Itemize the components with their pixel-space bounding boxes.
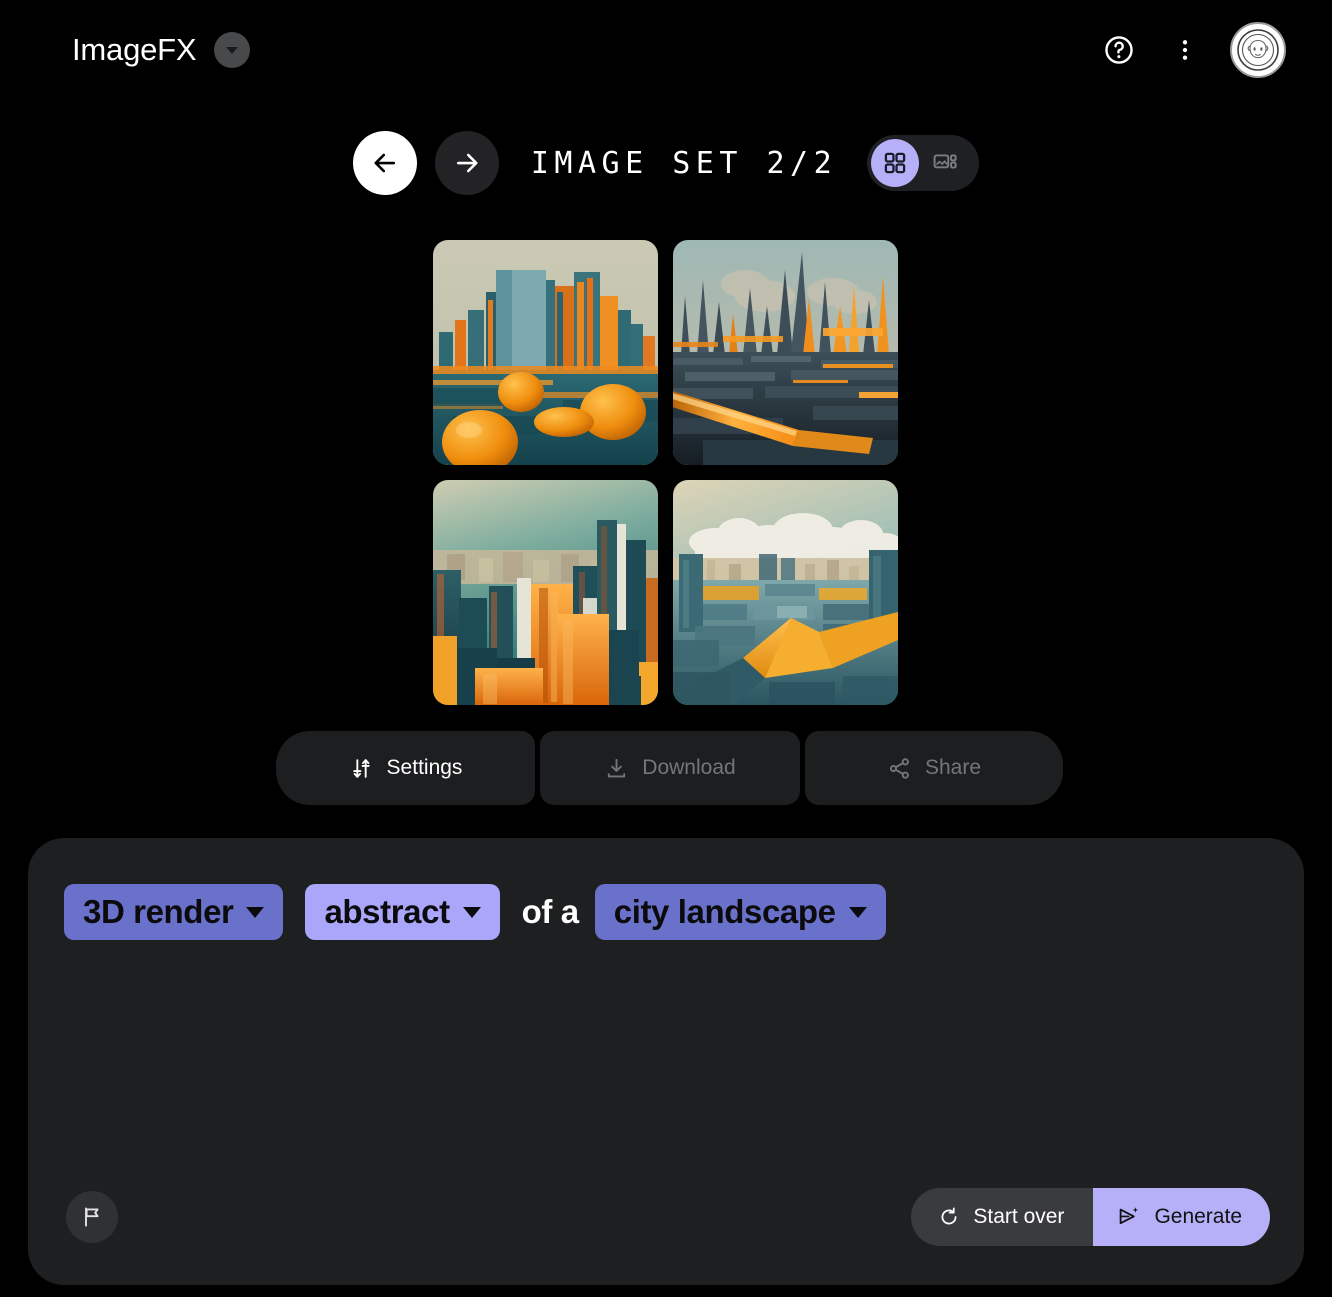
generate-button[interactable]: Generate <box>1093 1188 1270 1246</box>
prompt-chip-subject[interactable]: city landscape <box>594 884 886 940</box>
prompt-chip-modifier[interactable]: abstract <box>305 884 500 940</box>
generated-image-1[interactable] <box>433 240 658 465</box>
settings-button[interactable]: Settings <box>276 731 535 805</box>
top-bar: ImageFX <box>0 0 1332 100</box>
report-button[interactable] <box>66 1191 118 1243</box>
prompt-chip-row: 3D render abstract of a city landscape <box>64 884 1268 940</box>
image-2-artwork <box>673 240 898 465</box>
user-avatar-icon <box>1237 29 1279 71</box>
image-3-artwork <box>433 480 658 705</box>
previous-set-button[interactable] <box>352 131 417 195</box>
download-label: Download <box>642 756 736 779</box>
detail-view-option[interactable] <box>921 139 969 187</box>
image-set-label: IMAGE SET 2/2 <box>530 145 838 181</box>
flag-icon <box>85 1207 99 1227</box>
help-button[interactable] <box>1098 29 1140 71</box>
start-over-label: Start over <box>973 1205 1065 1228</box>
arrow-right-icon <box>456 153 478 173</box>
share-icon <box>889 757 909 779</box>
next-set-button[interactable] <box>434 131 499 195</box>
share-label: Share <box>924 756 982 779</box>
start-over-button[interactable]: Start over <box>911 1188 1094 1246</box>
generated-image-4[interactable] <box>673 480 898 705</box>
share-button[interactable]: Share <box>805 731 1063 805</box>
prompt-bottom-actions: Start over Generate <box>911 1188 1270 1246</box>
send-sparkle-icon <box>1120 1207 1139 1225</box>
prompt-chip-style-value: 3D render <box>83 892 234 930</box>
prompt-panel[interactable]: 3D render abstract of a city landscape S… <box>28 838 1304 1285</box>
prompt-chip-modifier-value: abstract <box>324 892 450 930</box>
prompt-chip-subject-value: city landscape <box>613 892 836 930</box>
generated-image-grid <box>433 240 903 710</box>
settings-label: Settings <box>386 756 463 779</box>
image-4-artwork <box>673 480 898 705</box>
chevron-down-icon <box>462 906 481 918</box>
arrow-left-icon <box>374 153 395 173</box>
generated-image-2[interactable] <box>673 240 898 465</box>
download-icon <box>608 758 626 777</box>
download-button[interactable]: Download <box>540 731 800 805</box>
result-actions: Settings Download Share <box>276 731 1063 805</box>
chevron-down-icon <box>246 906 265 918</box>
brand-area: ImageFX <box>72 32 251 68</box>
image-set-navigation: IMAGE SET 2/2 <box>0 131 1332 195</box>
more-options-button[interactable] <box>1164 29 1206 71</box>
imagefx-app: ImageFX IMAGE SET 2/2 Settings Download … <box>0 0 1332 1297</box>
chevron-down-icon <box>226 46 239 54</box>
avatar[interactable] <box>1230 22 1286 78</box>
brand-dropdown-button[interactable] <box>214 32 251 68</box>
prompt-connector-text: of a <box>521 893 579 930</box>
top-actions <box>1098 22 1286 78</box>
help-circle-icon <box>1105 36 1133 64</box>
grid-view-icon <box>884 152 906 174</box>
grid-view-option[interactable] <box>871 139 920 187</box>
prompt-chip-style[interactable]: 3D render <box>64 884 284 940</box>
view-mode-toggle[interactable] <box>867 135 980 191</box>
image-1-artwork <box>433 240 658 465</box>
generate-label: Generate <box>1154 1205 1242 1228</box>
tune-icon <box>352 758 370 778</box>
chevron-down-icon <box>848 906 867 918</box>
more-vertical-icon <box>1182 40 1188 60</box>
app-title: ImageFX <box>72 32 197 67</box>
generated-image-3[interactable] <box>433 480 658 705</box>
detail-view-icon <box>933 154 957 169</box>
refresh-icon <box>941 1207 957 1225</box>
